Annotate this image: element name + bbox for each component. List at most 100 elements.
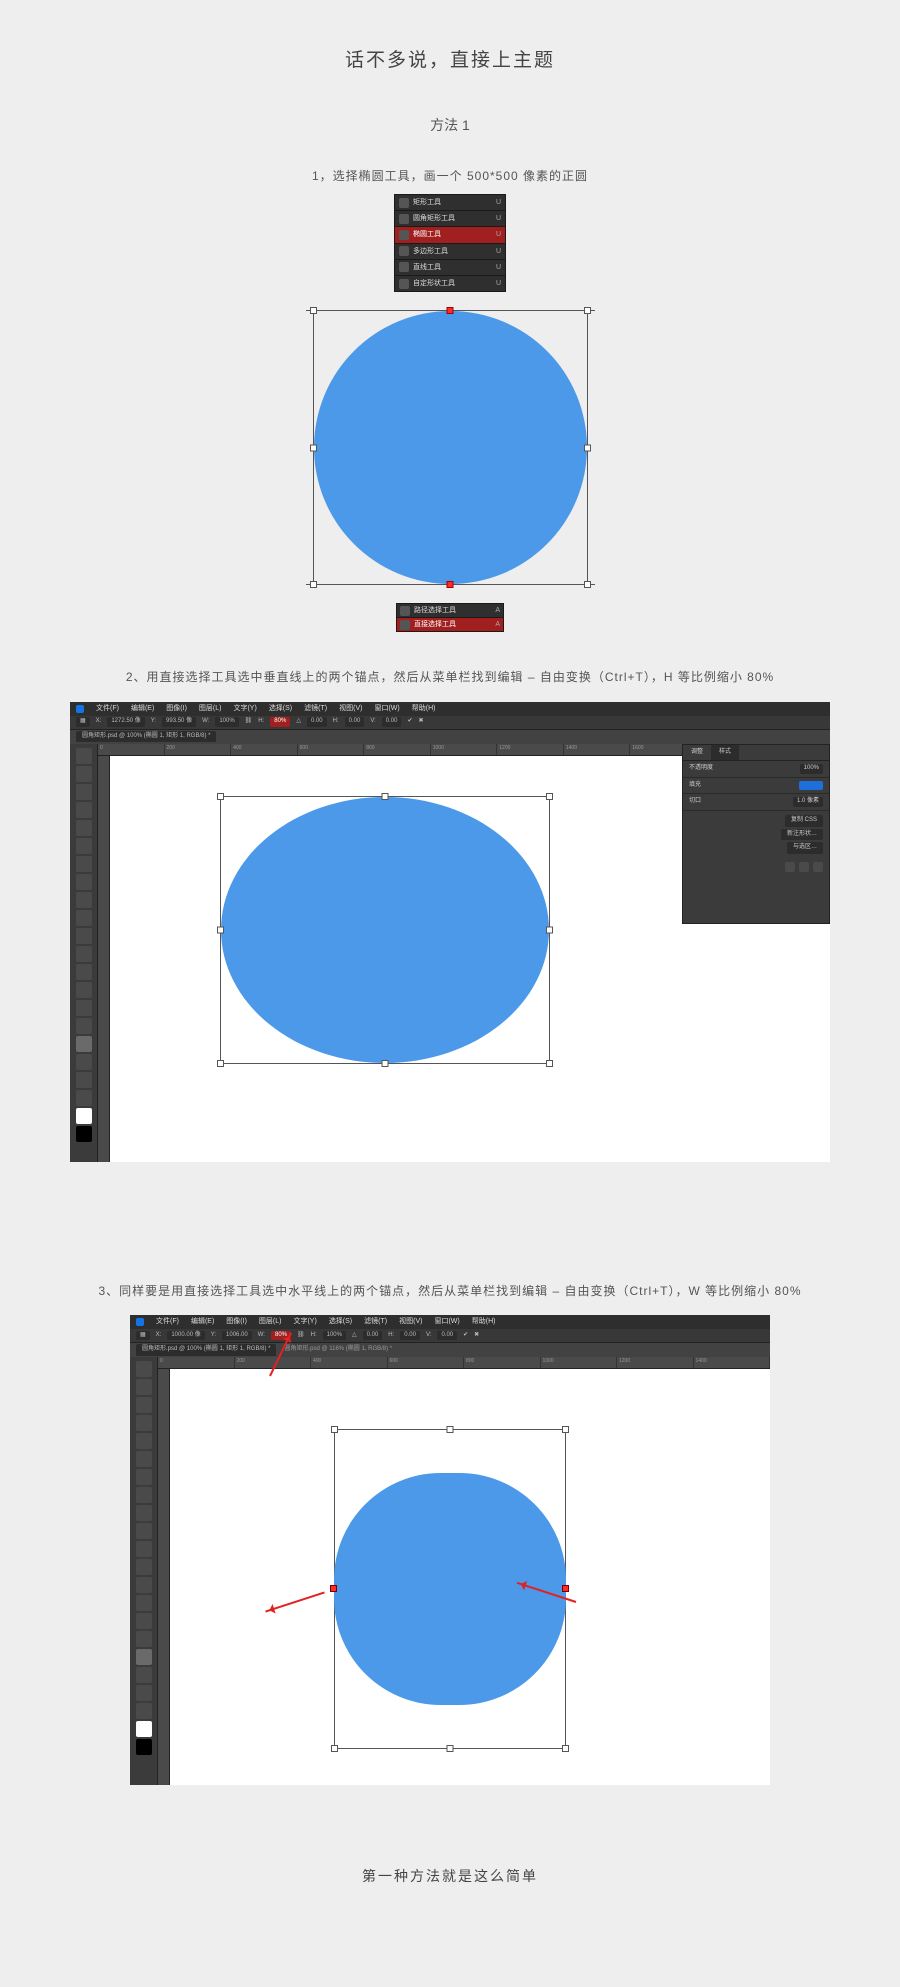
document-tab[interactable]: 圆角矩形.psd @ 100% (椭圆 1, 矩形 1, RGB/8) * <box>76 731 216 743</box>
opt-reference-icon[interactable]: ▦ <box>76 717 90 727</box>
bg-color-swatch[interactable] <box>76 1126 92 1142</box>
menu-type[interactable]: 文字(Y) <box>293 1316 316 1327</box>
document-tab[interactable]: 圆角矩形.psd @ 100% (椭圆 1, 矩形 1, RGB/8) * <box>136 1344 276 1356</box>
menu-view[interactable]: 视图(V) <box>339 703 362 714</box>
crop-tool-icon[interactable] <box>76 820 92 836</box>
document-tabbar[interactable]: 圆角矩形.psd @ 100% (椭圆 1, 矩形 1, RGB/8) * 圆角… <box>130 1343 770 1357</box>
menu-file[interactable]: 文件(F) <box>156 1316 179 1327</box>
panel-icon-a[interactable] <box>785 862 795 872</box>
menu-help[interactable]: 帮助(H) <box>472 1316 496 1327</box>
brush-tool-icon[interactable] <box>76 874 92 890</box>
panel-btn-selection[interactable]: 与选区… <box>787 842 823 854</box>
handle-bl[interactable] <box>217 1060 224 1067</box>
transform-bbox[interactable] <box>313 310 588 585</box>
anchor-right[interactable] <box>562 1585 569 1592</box>
eraser-tool-icon[interactable] <box>136 1541 152 1557</box>
commit-icon[interactable]: ✔ <box>407 717 412 727</box>
menu-file[interactable]: 文件(F) <box>96 703 119 714</box>
handle-mt[interactable] <box>447 1426 454 1433</box>
crop-tool-icon[interactable] <box>136 1433 152 1449</box>
handle-mb[interactable] <box>447 1745 454 1752</box>
gradient-tool-icon[interactable] <box>76 946 92 962</box>
menu-edit[interactable]: 编辑(E) <box>191 1316 214 1327</box>
opt-y-input[interactable]: 1006.00 <box>222 1331 252 1341</box>
fg-color-swatch[interactable] <box>76 1108 92 1124</box>
handle-bl[interactable] <box>310 581 317 588</box>
shape-tool-icon[interactable] <box>76 1054 92 1070</box>
tools-panel[interactable] <box>70 744 98 1162</box>
direct-select-tool-icon[interactable] <box>76 1036 92 1052</box>
eyedropper-tool-icon[interactable] <box>76 838 92 854</box>
zoom-tool-icon[interactable] <box>136 1703 152 1719</box>
dodge-tool-icon[interactable] <box>136 1595 152 1611</box>
marquee-tool-icon[interactable] <box>76 766 92 782</box>
tools-panel[interactable] <box>130 1357 158 1785</box>
handle-tr[interactable] <box>546 793 553 800</box>
canvas[interactable] <box>170 1369 770 1785</box>
ruler-x[interactable]: 0 200 400 600 800 1000 1200 1400 <box>158 1357 770 1369</box>
lasso-tool-icon[interactable] <box>136 1397 152 1413</box>
menu-filter[interactable]: 滤镜(T) <box>304 703 327 714</box>
properties-panel[interactable]: 调整 样式 不透明度100% 填充 切口1.0 像素 复制 CSS 新注形状… … <box>682 744 830 924</box>
handle-tr[interactable] <box>584 307 591 314</box>
ellipse-shape[interactable] <box>314 311 587 584</box>
opt-skewh-input[interactable]: 0.00 <box>345 717 365 727</box>
opt-skewh-input[interactable]: 0.00 <box>400 1331 420 1341</box>
menu-select[interactable]: 选择(S) <box>269 703 292 714</box>
handle-mb[interactable] <box>447 581 454 588</box>
opt-angle-input[interactable]: 0.00 <box>307 717 327 727</box>
heal-tool-icon[interactable] <box>136 1469 152 1485</box>
pen-tool-icon[interactable] <box>76 1000 92 1016</box>
menu-filter[interactable]: 滤镜(T) <box>364 1316 387 1327</box>
handle-tl[interactable] <box>331 1426 338 1433</box>
handle-tr[interactable] <box>562 1426 569 1433</box>
squircle-shape[interactable] <box>334 1473 566 1705</box>
panel-icon-b[interactable] <box>799 862 809 872</box>
fg-color-swatch[interactable] <box>136 1721 152 1737</box>
history-brush-tool-icon[interactable] <box>136 1523 152 1539</box>
ellipse-shape[interactable] <box>221 797 549 1063</box>
menu-layer[interactable]: 图层(L) <box>199 703 222 714</box>
type-tool-icon[interactable] <box>136 1631 152 1647</box>
move-tool-icon[interactable] <box>136 1361 152 1377</box>
handle-ml[interactable] <box>217 926 224 933</box>
opt-skewv-input[interactable]: 0.00 <box>382 717 402 727</box>
opt-reference-icon[interactable]: ▦ <box>136 1331 150 1341</box>
handle-mt[interactable] <box>447 307 454 314</box>
eraser-tool-icon[interactable] <box>76 928 92 944</box>
lasso-tool-icon[interactable] <box>76 784 92 800</box>
hand-tool-icon[interactable] <box>76 1072 92 1088</box>
select-tool-flyout[interactable]: 路径选择工具A 直接选择工具A <box>396 603 504 632</box>
handle-br[interactable] <box>562 1745 569 1752</box>
shape-tool-icon[interactable] <box>136 1667 152 1683</box>
handle-br[interactable] <box>546 1060 553 1067</box>
menu-window[interactable]: 窗口(W) <box>434 1316 459 1327</box>
brush-tool-icon[interactable] <box>136 1487 152 1503</box>
ruler-y[interactable] <box>98 756 110 1162</box>
menu-image[interactable]: 图像(I) <box>166 703 187 714</box>
menu-help[interactable]: 帮助(H) <box>412 703 436 714</box>
tool-ellipse[interactable]: 椭圆工具 <box>413 229 441 240</box>
ruler-y[interactable] <box>158 1369 170 1785</box>
handle-tl[interactable] <box>217 793 224 800</box>
blur-tool-icon[interactable] <box>76 964 92 980</box>
eyedropper-tool-icon[interactable] <box>136 1451 152 1467</box>
stamp-tool-icon[interactable] <box>76 892 92 908</box>
menu-window[interactable]: 窗口(W) <box>374 703 399 714</box>
opt-x-input[interactable]: 1272.50 像 <box>107 717 144 727</box>
handle-br[interactable] <box>584 581 591 588</box>
panel-tab-adjust[interactable]: 调整 <box>683 745 711 761</box>
cancel-icon[interactable]: ✖ <box>418 717 423 727</box>
cancel-icon[interactable]: ✖ <box>474 1331 479 1341</box>
wand-tool-icon[interactable] <box>136 1415 152 1431</box>
options-bar[interactable]: ▦ X:1000.00 像 Y:1006.00 W:80% ⛓ H:100% △… <box>130 1329 770 1343</box>
wand-tool-icon[interactable] <box>76 802 92 818</box>
panel-btn-copycss[interactable]: 复制 CSS <box>785 815 823 827</box>
opt-link-icon[interactable]: ⛓ <box>297 1331 305 1341</box>
stamp-tool-icon[interactable] <box>136 1505 152 1521</box>
tool-direct-select[interactable]: 直接选择工具 <box>414 619 456 630</box>
document-tabbar[interactable]: 圆角矩形.psd @ 100% (椭圆 1, 矩形 1, RGB/8) * <box>70 730 830 744</box>
handle-mr[interactable] <box>546 926 553 933</box>
panel-tab-styles[interactable]: 样式 <box>711 745 739 761</box>
opt-x-input[interactable]: 1000.00 像 <box>167 1331 204 1341</box>
